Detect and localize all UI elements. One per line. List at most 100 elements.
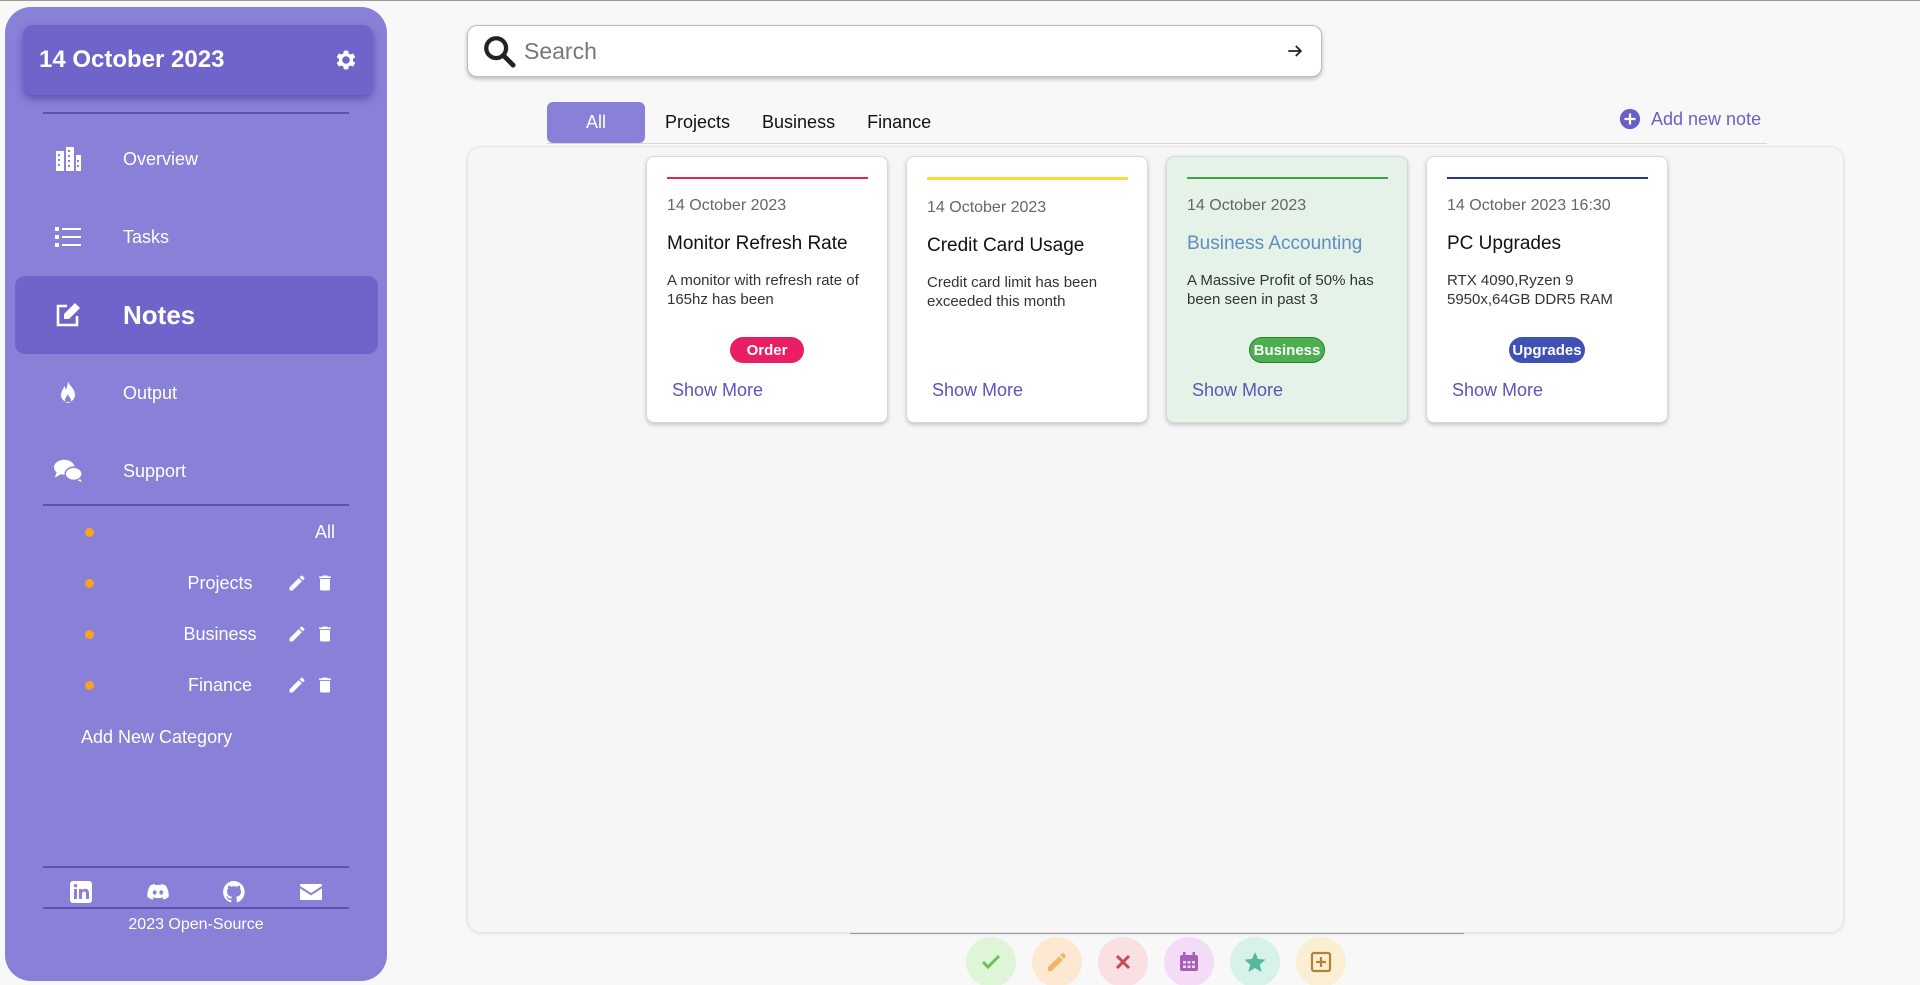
complete-button[interactable] xyxy=(966,937,1016,985)
category-tabs: All Projects Business Finance xyxy=(547,102,947,143)
divider xyxy=(43,866,349,868)
category-label: Finance xyxy=(187,674,253,695)
category-all[interactable]: All xyxy=(35,516,345,548)
nav-support[interactable]: Support xyxy=(15,432,378,510)
card-date: 14 October 2023 xyxy=(667,197,787,214)
card-accent xyxy=(927,177,1128,180)
note-card[interactable]: 14 October 2023 Business Accounting A Ma… xyxy=(1166,156,1408,423)
card-badge: Order xyxy=(730,337,804,363)
linkedin-icon[interactable] xyxy=(69,880,93,904)
card-date: 14 October 2023 xyxy=(927,199,1047,216)
nav-overview[interactable]: Overview xyxy=(15,120,378,198)
card-accent xyxy=(1187,177,1388,179)
show-more-link[interactable]: Show More xyxy=(1452,380,1543,401)
discord-icon[interactable] xyxy=(146,880,170,904)
category-dot xyxy=(85,680,94,690)
trash-icon[interactable] xyxy=(315,573,335,593)
category-label: All xyxy=(314,521,335,542)
category-dot xyxy=(85,527,94,537)
tabs-divider xyxy=(547,143,1767,144)
category-dot xyxy=(85,578,94,588)
edit-note-icon xyxy=(53,300,83,330)
show-more-link[interactable]: Show More xyxy=(672,380,763,401)
show-more-link[interactable]: Show More xyxy=(1192,380,1283,401)
card-accent xyxy=(667,177,868,179)
add-box-button[interactable] xyxy=(1296,937,1346,985)
nav-label: Tasks xyxy=(123,226,170,247)
divider xyxy=(43,112,349,114)
category-business[interactable]: Business xyxy=(35,618,345,650)
delete-button[interactable] xyxy=(1098,937,1148,985)
search-input[interactable] xyxy=(524,37,1285,65)
nav-label: Notes xyxy=(123,299,196,330)
card-body: RTX 4090,Ryzen 9 5950x,64GB DDR5 RAM xyxy=(1447,272,1613,308)
card-date: 14 October 2023 xyxy=(1187,197,1307,214)
category-projects[interactable]: Projects xyxy=(35,567,345,599)
nav-output[interactable]: Output xyxy=(15,354,378,432)
divider xyxy=(43,907,349,909)
search-icon xyxy=(484,36,516,68)
sidebar: 14 October 2023 Overview Tasks Notes Out… xyxy=(5,7,387,981)
show-more-link[interactable]: Show More xyxy=(932,380,1023,401)
card-title: PC Upgrades xyxy=(1447,233,1562,254)
pencil-icon[interactable] xyxy=(287,624,307,644)
list-icon xyxy=(53,222,83,252)
add-category-button[interactable]: Add New Category xyxy=(81,727,232,748)
note-card[interactable]: 14 October 2023 Credit Card Usage Credit… xyxy=(906,156,1148,423)
current-date: 14 October 2023 xyxy=(39,46,225,73)
card-date: 14 October 2023 16:30 xyxy=(1447,197,1611,214)
nav-label: Output xyxy=(123,382,178,403)
card-body: A Massive Profit of 50% has been seen in… xyxy=(1187,272,1374,308)
card-title: Monitor Refresh Rate xyxy=(667,233,848,254)
pencil-icon xyxy=(1048,952,1066,971)
nav-label: Overview xyxy=(123,148,199,169)
close-icon xyxy=(1115,954,1131,970)
calendar-icon xyxy=(1180,952,1198,971)
category-label: Projects xyxy=(187,572,253,593)
chat-icon xyxy=(53,456,83,486)
card-title: Credit Card Usage xyxy=(927,235,1085,256)
add-circle-icon xyxy=(1619,108,1641,130)
tab-projects[interactable]: Projects xyxy=(649,102,746,143)
card-body: Credit card limit has been exceeded this… xyxy=(927,274,1098,310)
card-accent xyxy=(1447,177,1648,179)
divider xyxy=(43,504,349,506)
category-finance[interactable]: Finance xyxy=(35,669,345,701)
card-badge: Business xyxy=(1249,337,1325,363)
tab-finance[interactable]: Finance xyxy=(851,102,947,143)
pencil-icon[interactable] xyxy=(287,675,307,695)
building-icon xyxy=(53,144,83,174)
trash-icon[interactable] xyxy=(315,675,335,695)
calendar-button[interactable] xyxy=(1164,937,1214,985)
gear-icon[interactable] xyxy=(333,47,359,73)
check-icon xyxy=(981,954,1001,970)
category-dot xyxy=(85,629,94,639)
date-header: 14 October 2023 xyxy=(23,25,373,95)
trash-icon[interactable] xyxy=(315,624,335,644)
bottom-toolbar xyxy=(966,937,1346,985)
card-title: Business Accounting xyxy=(1187,233,1363,254)
search-bar xyxy=(467,25,1322,77)
favorite-button[interactable] xyxy=(1230,937,1280,985)
nav-notes[interactable]: Notes xyxy=(15,276,378,354)
add-note-button[interactable]: Add new note xyxy=(1619,108,1761,130)
card-body: A monitor with refresh rate of 165hz has… xyxy=(667,272,859,308)
star-icon xyxy=(1244,952,1266,972)
tab-business[interactable]: Business xyxy=(746,102,851,143)
add-note-label: Add new note xyxy=(1651,108,1762,129)
pencil-icon[interactable] xyxy=(287,573,307,593)
note-card[interactable]: 14 October 2023 16:30 PC Upgrades RTX 40… xyxy=(1426,156,1668,423)
nav-label: Support xyxy=(123,460,187,481)
card-badge: Upgrades xyxy=(1509,337,1585,363)
fire-icon xyxy=(53,378,83,408)
toolbar-divider xyxy=(850,933,1464,934)
add-box-icon xyxy=(1310,951,1332,973)
category-label: Business xyxy=(183,623,257,644)
note-card[interactable]: 14 October 2023 Monitor Refresh Rate A m… xyxy=(646,156,888,423)
tab-all[interactable]: All xyxy=(547,102,645,143)
github-icon[interactable] xyxy=(222,880,246,904)
arrow-right-icon[interactable] xyxy=(1285,41,1305,61)
edit-button[interactable] xyxy=(1032,937,1082,985)
nav-tasks[interactable]: Tasks xyxy=(15,198,378,276)
mail-icon[interactable] xyxy=(299,880,323,904)
